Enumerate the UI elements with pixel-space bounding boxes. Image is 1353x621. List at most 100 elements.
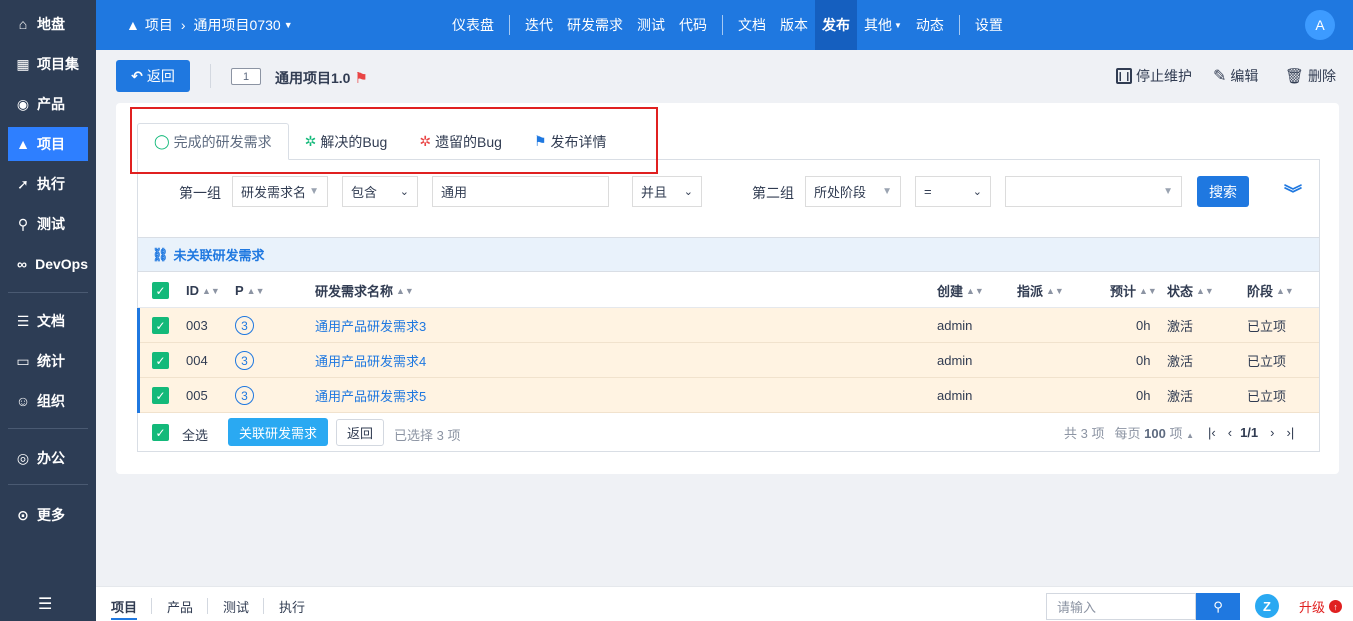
prev-page-icon[interactable]: ‹: [1228, 425, 1232, 440]
row-status: 激活: [1167, 354, 1194, 369]
group2-operator-select[interactable]: = ⌄: [915, 176, 991, 207]
sidebar-item-doc[interactable]: ☰ 文档: [8, 304, 88, 338]
last-page-icon[interactable]: ›|: [1286, 425, 1294, 440]
breadcrumb-root[interactable]: 项目: [145, 15, 173, 35]
double-chevron-down-icon[interactable]: ︾: [1284, 180, 1302, 206]
caret-down-icon: ▼: [894, 20, 902, 30]
story-link[interactable]: 通用产品研发需求4: [315, 343, 426, 378]
row-checkbox[interactable]: ✓: [152, 378, 169, 413]
rocket-icon: ▲: [16, 136, 30, 152]
sidebar-item-more[interactable]: ⊙ 更多: [8, 498, 88, 532]
story-link[interactable]: 通用产品研发需求5: [315, 378, 426, 413]
nav-story[interactable]: 研发需求: [560, 0, 630, 50]
sidebar-item-program[interactable]: ▦ 项目集: [8, 47, 88, 81]
sidebar-item-report[interactable]: ▭ 统计: [8, 344, 88, 378]
sidebar-item-label: 统计: [37, 353, 65, 369]
row-checkbox[interactable]: ✓: [152, 308, 169, 343]
bottom-tab-project[interactable]: 项目: [111, 597, 138, 620]
sidebar-item-project[interactable]: ▲ 项目: [8, 127, 88, 161]
zentao-logo-icon[interactable]: Z: [1255, 594, 1279, 618]
per-page-selector[interactable]: 每页 100 项 ▲: [1114, 423, 1194, 442]
sidebar-item-execution[interactable]: ➚ 执行: [8, 167, 88, 201]
group1-value-text: 通用: [441, 185, 468, 200]
next-page-icon[interactable]: ›: [1270, 425, 1274, 440]
nav-iteration[interactable]: 迭代: [518, 0, 560, 50]
menu-toggle-icon[interactable]: ☰: [38, 594, 52, 614]
group1-operator-select[interactable]: 包含 ⌄: [342, 176, 418, 207]
upgrade-link[interactable]: 升级 ↑: [1299, 597, 1343, 616]
sidebar-item-product[interactable]: ◉ 产品: [8, 87, 88, 121]
nav-settings[interactable]: 设置: [968, 0, 1010, 50]
sort-icon: ▲▼: [1196, 285, 1214, 296]
group2-field-select[interactable]: 所处阶段 ▼: [805, 176, 901, 207]
nav-dynamic[interactable]: 动态: [909, 0, 951, 50]
check-icon: ✓: [152, 387, 169, 404]
return-button[interactable]: 返回: [336, 419, 384, 446]
bottom-tab-product[interactable]: 产品: [167, 597, 193, 616]
bottom-tab-test[interactable]: 测试: [223, 597, 249, 616]
nav-divider: [722, 15, 723, 35]
check-icon: ✓: [152, 282, 169, 299]
stop-maintenance-button[interactable]: ❙❙ 停止维护: [1116, 66, 1192, 86]
col-stage[interactable]: 阶段 ▲▼: [1247, 273, 1294, 308]
nav-build[interactable]: 版本: [773, 0, 815, 50]
row-id: 004: [186, 353, 208, 368]
nav-other[interactable]: 其他 ▼: [857, 0, 909, 50]
select-all-checkbox-header[interactable]: ✓: [152, 273, 169, 308]
oa-icon: ◎: [16, 449, 30, 466]
search-button[interactable]: 搜索: [1197, 176, 1249, 207]
sidebar-item-devops[interactable]: ∞ DevOps: [8, 247, 88, 281]
edit-button[interactable]: ✎ 编辑: [1213, 66, 1258, 86]
col-estimate[interactable]: 预计 ▲▼: [1110, 273, 1157, 308]
back-button-label: 返回: [146, 68, 175, 84]
select-all-checkbox[interactable]: ✓: [152, 424, 169, 441]
sidebar-item-dashboard[interactable]: ⌂ 地盘: [8, 7, 88, 41]
story-link[interactable]: 通用产品研发需求3: [315, 308, 426, 343]
nav-divider: [509, 15, 510, 35]
sidebar: ⌂ 地盘 ▦ 项目集 ◉ 产品 ▲ 项目 ➚ 执行 ⚲ 测试 ∞ DevOps …: [0, 0, 96, 621]
nav-doc[interactable]: 文档: [731, 0, 773, 50]
row-stage: 已立项: [1247, 389, 1287, 404]
link-stories-button[interactable]: 关联研发需求: [228, 418, 328, 446]
col-status[interactable]: 状态 ▲▼: [1167, 273, 1214, 308]
unlinked-stories-header: ⛓ 未关联研发需求: [138, 237, 1319, 272]
sidebar-divider: [8, 292, 88, 293]
table-row[interactable]: ✓ 003 3 通用产品研发需求3 admin 0h 激活 已立项: [137, 308, 1319, 343]
sidebar-item-oa[interactable]: ◎ 办公: [8, 441, 88, 475]
global-search-button[interactable]: ⚲: [1196, 593, 1240, 620]
bottom-tab-execution[interactable]: 执行: [279, 597, 305, 616]
table-row[interactable]: ✓ 005 3 通用产品研发需求5 admin 0h 激活 已立项: [137, 378, 1319, 413]
nav-release[interactable]: 发布: [815, 0, 857, 50]
nav-code[interactable]: 代码: [672, 0, 714, 50]
col-id[interactable]: ID ▲▼: [186, 273, 220, 308]
col-name[interactable]: 研发需求名称 ▲▼: [315, 273, 414, 308]
priority-badge: 3: [235, 351, 254, 370]
table-row[interactable]: ✓ 004 3 通用产品研发需求4 admin 0h 激活 已立项: [137, 343, 1319, 378]
avatar[interactable]: A: [1305, 10, 1335, 40]
col-pri[interactable]: P ▲▼: [235, 273, 265, 308]
group1-value-input[interactable]: 通用: [432, 176, 609, 207]
sidebar-item-company[interactable]: ☺ 组织: [8, 384, 88, 418]
nav-dashboard[interactable]: 仪表盘: [445, 0, 501, 50]
row-checkbox[interactable]: ✓: [152, 343, 169, 378]
group2-value-select[interactable]: ▼: [1005, 176, 1182, 207]
group1-field-select[interactable]: 研发需求名 ▼: [232, 176, 328, 207]
project-switcher[interactable]: 通用项目0730: [194, 15, 281, 35]
per-page-value: 100: [1144, 426, 1166, 441]
check-icon: ✓: [152, 352, 169, 369]
nav-test[interactable]: 测试: [630, 0, 672, 50]
col-stage-label: 阶段: [1247, 284, 1274, 299]
caret-down-icon[interactable]: ▼: [284, 20, 293, 30]
flag-icon: ⚑: [354, 70, 368, 87]
delete-button[interactable]: 🗑 删除: [1285, 66, 1336, 86]
logic-select[interactable]: 并且 ⌄: [632, 176, 702, 207]
sidebar-item-test[interactable]: ⚲ 测试: [8, 207, 88, 241]
sort-icon: ▲▼: [396, 285, 414, 296]
first-page-icon[interactable]: |‹: [1208, 425, 1216, 440]
row-creator: admin: [937, 318, 973, 333]
global-search-input[interactable]: 请输入: [1046, 593, 1196, 620]
col-creator[interactable]: 创建 ▲▼: [937, 273, 984, 308]
sidebar-item-label: 组织: [37, 393, 65, 409]
back-button[interactable]: ↶ 返回: [116, 60, 190, 92]
col-assigned[interactable]: 指派 ▲▼: [1017, 273, 1064, 308]
